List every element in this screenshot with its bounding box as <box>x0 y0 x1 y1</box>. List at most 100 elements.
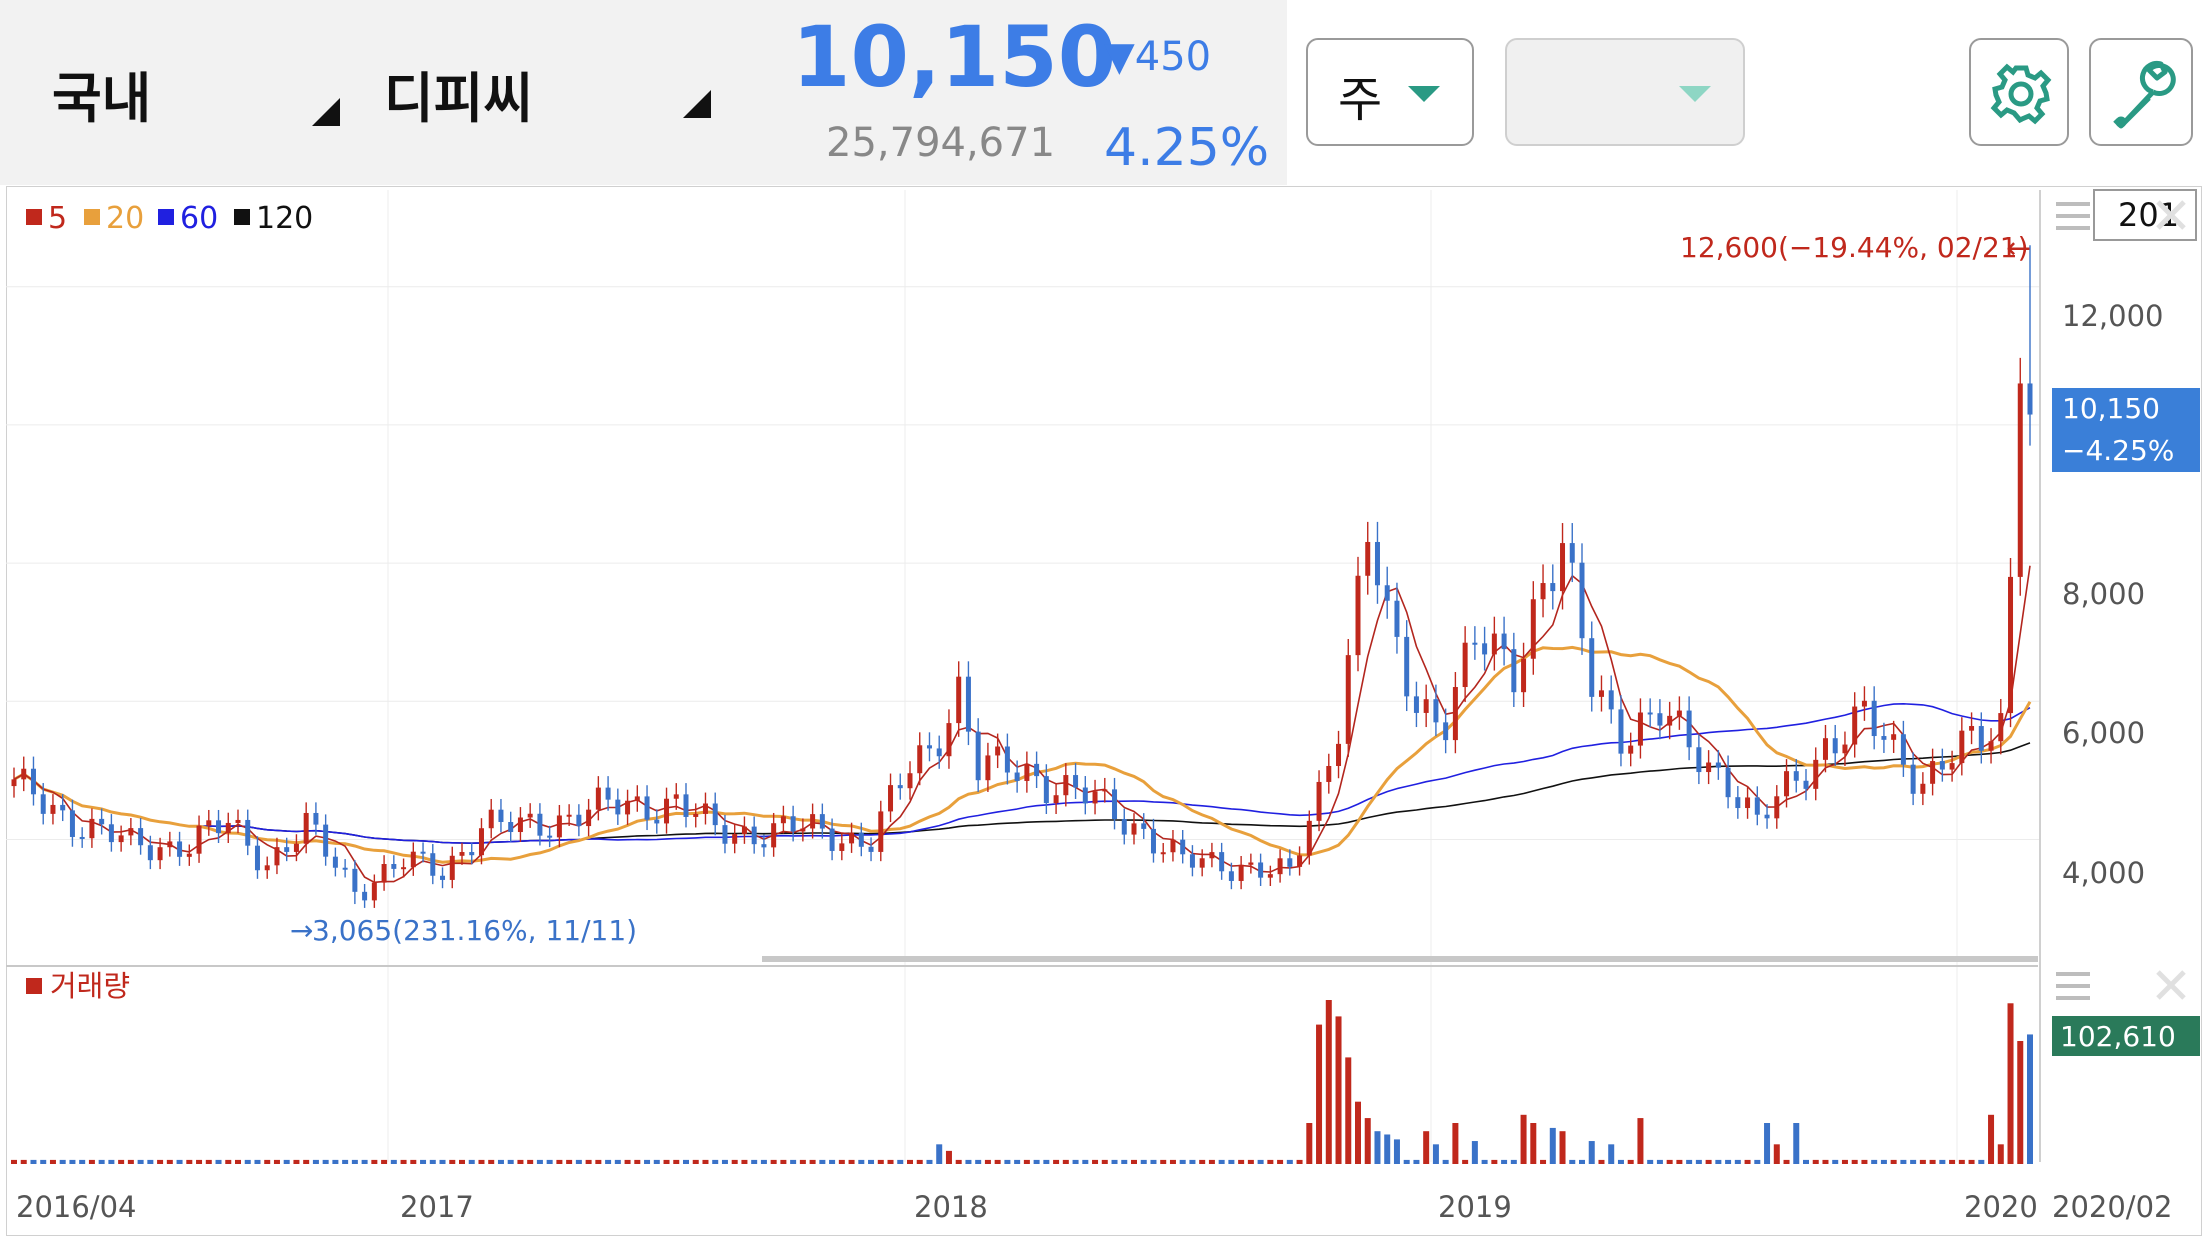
candle-body <box>897 785 903 789</box>
volume-bar <box>1247 1159 1254 1164</box>
candle-body <box>323 824 329 857</box>
candle-body <box>868 846 874 852</box>
candle-body <box>615 799 621 815</box>
volume-bar <box>1871 1159 1878 1164</box>
volume-bar <box>1004 1159 1011 1164</box>
candle-body <box>1043 776 1049 804</box>
volume-bar <box>1890 1159 1897 1164</box>
candle-body <box>527 813 533 818</box>
candle-body <box>225 822 231 834</box>
volume-bar <box>1082 1159 1089 1164</box>
volume-bar <box>1608 1144 1615 1164</box>
candle-body <box>1920 783 1926 794</box>
candle-body <box>1472 642 1478 645</box>
volume-bar <box>147 1159 154 1164</box>
candle-body <box>410 851 416 868</box>
volume-bar <box>1656 1159 1663 1164</box>
volume-bar <box>585 1159 592 1164</box>
candle-body <box>1491 633 1497 655</box>
volume-bar <box>546 1159 553 1164</box>
candle-body <box>644 796 650 820</box>
volume-bar <box>1919 1159 1926 1164</box>
x-tick-2020: 2020 <box>1964 1190 2038 1224</box>
candle-body <box>1725 767 1731 798</box>
candle-body <box>362 891 368 901</box>
volume-bar <box>1530 1123 1537 1164</box>
candle-body <box>576 814 582 827</box>
candle-body <box>1258 862 1264 878</box>
y-tick-8000: 8,000 <box>2062 577 2145 611</box>
candle-body <box>926 745 932 749</box>
stock-chart[interactable]: 5 20 60 120 201 12,000 8,000 6,000 4,000… <box>0 0 2208 1242</box>
ma-legend: 5 20 60 120 <box>26 201 313 236</box>
legend-ma60: 60 <box>180 201 218 236</box>
candle-body <box>147 845 153 861</box>
volume-bar <box>936 1144 943 1164</box>
volume-bar <box>1549 1127 1556 1164</box>
candle-body <box>1852 706 1858 745</box>
menu-icon[interactable] <box>2056 202 2090 230</box>
volume-bar <box>1939 1159 1946 1164</box>
candle-body <box>839 843 845 851</box>
grid <box>6 190 2041 1162</box>
candle-body <box>810 814 816 829</box>
volume-bar <box>98 1159 105 1164</box>
candle-body <box>985 755 991 781</box>
candle-body <box>1073 775 1079 788</box>
candle-body <box>264 865 270 871</box>
candle-body <box>1930 761 1936 784</box>
low-arrow-icon: → <box>290 914 313 947</box>
candle-body <box>1861 700 1867 707</box>
volume-bar <box>1101 1159 1108 1164</box>
candle-body <box>1238 864 1244 881</box>
candle-body <box>1102 789 1108 792</box>
candle-body <box>498 809 504 823</box>
volume-bar <box>322 1159 329 1164</box>
volume-bar <box>1277 1159 1284 1164</box>
volume-menu-icon[interactable] <box>2056 972 2090 1000</box>
volume-bar <box>371 1159 378 1164</box>
candle-body <box>878 811 884 852</box>
candle-body <box>391 864 397 869</box>
volume-bar <box>1773 1144 1780 1164</box>
candle-body <box>1754 797 1760 815</box>
volume-bar <box>731 1159 738 1164</box>
volume-bar <box>507 1159 514 1164</box>
y-tick-4000: 4,000 <box>2062 856 2145 890</box>
candle-body <box>1569 543 1575 563</box>
volume-bar <box>1286 1159 1293 1164</box>
candle-body <box>1316 781 1322 821</box>
volume-bar <box>673 1159 680 1164</box>
volume-bar <box>390 1159 397 1164</box>
candle-body <box>108 824 114 843</box>
candle-body <box>1774 796 1780 819</box>
candle-body <box>625 800 631 815</box>
candle-body <box>342 867 348 870</box>
candle-body <box>11 779 17 787</box>
volume-bar <box>1189 1159 1196 1164</box>
volume-close-icon[interactable] <box>2156 970 2186 1000</box>
x-tick-2016-04: 2016/04 <box>16 1190 136 1224</box>
candle-body <box>1667 715 1673 726</box>
candle-body <box>1482 643 1488 655</box>
candle-body <box>352 868 358 892</box>
volume-bar <box>342 1159 349 1164</box>
volume-bar <box>868 1159 875 1164</box>
candle-body <box>907 773 913 789</box>
y-tick-12000: 12,000 <box>2062 299 2163 333</box>
candle-body <box>1608 690 1614 710</box>
candle-body <box>1277 858 1283 875</box>
candle-body <box>1004 746 1010 773</box>
volume-bar <box>1403 1159 1410 1164</box>
candle-body <box>888 785 894 812</box>
volume-bar <box>653 1159 660 1164</box>
candle-body <box>99 818 105 825</box>
candle-body <box>1939 761 1945 770</box>
volume-bar <box>1520 1114 1527 1164</box>
candle-body <box>50 804 56 814</box>
candle-body <box>956 676 962 724</box>
volume-bar <box>1637 1118 1644 1164</box>
candle-body <box>1686 710 1692 748</box>
volume-bar <box>1316 1024 1323 1164</box>
volume-bar <box>1569 1159 1576 1164</box>
